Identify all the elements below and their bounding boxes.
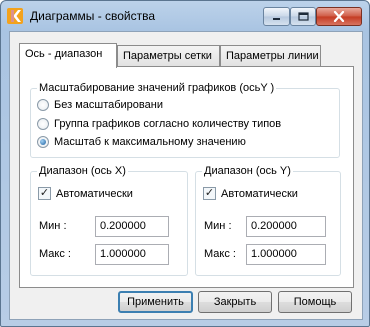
apply-button[interactable]: Применить xyxy=(118,291,193,313)
radio-scale-to-max[interactable]: Масштаб к максимальному значению xyxy=(37,134,246,150)
app-k-icon xyxy=(7,8,23,24)
min-y-input[interactable]: 0.200000 xyxy=(246,216,326,237)
window-title: Диаграммы - свойства xyxy=(30,9,156,23)
tab-grid-settings[interactable]: Параметры сетки xyxy=(117,45,220,66)
radio-label: Масштаб к максимальному значению xyxy=(54,136,246,148)
tab-page-axis-range: Масштабирование значений графиков (осьY … xyxy=(19,66,354,288)
radio-group-by-type[interactable]: Группа графиков согласно количеству типо… xyxy=(37,116,281,132)
radio-no-scaling[interactable]: Без масштабировани xyxy=(37,97,163,113)
radio-indicator[interactable] xyxy=(37,118,49,130)
max-x-input[interactable]: 1.000000 xyxy=(95,244,169,265)
range-y-title: Диапазон (ось Y) xyxy=(202,165,293,177)
help-button[interactable]: Помощь xyxy=(278,291,352,313)
max-y-input[interactable]: 1.000000 xyxy=(246,244,326,265)
dialog-client-area: Ось - диапазон Параметры сетки Параметры… xyxy=(9,31,363,320)
auto-y-checkbox[interactable]: ✓ Автоматически xyxy=(203,187,298,200)
maximize-icon xyxy=(297,12,309,21)
title-bar[interactable]: Диаграммы - свойства xyxy=(1,1,369,31)
checkmark-icon[interactable]: ✓ xyxy=(38,187,51,200)
min-y-label: Мин : xyxy=(204,220,232,232)
auto-x-label: Автоматически xyxy=(56,187,133,200)
scaling-groupbox: Масштабирование значений графиков (осьY … xyxy=(30,82,340,158)
radio-indicator-selected[interactable] xyxy=(37,136,49,148)
min-x-input[interactable]: 0.200000 xyxy=(95,216,169,237)
properties-dialog: Диаграммы - свойства Ось - диапазон Пара… xyxy=(0,0,370,327)
tab-axis-range[interactable]: Ось - диапазон xyxy=(19,43,117,68)
minimize-icon xyxy=(272,17,280,20)
tab-line-settings[interactable]: Параметры линии xyxy=(220,45,321,66)
scaling-group-title: Масштабирование значений графиков (осьY … xyxy=(37,82,277,94)
max-y-label: Макс : xyxy=(204,248,236,260)
checkmark-icon[interactable]: ✓ xyxy=(203,187,216,200)
close-button[interactable]: Закрыть xyxy=(198,291,272,313)
maximize-button[interactable] xyxy=(290,7,316,26)
max-x-label: Макс : xyxy=(39,248,71,260)
range-x-title: Диапазон (ось X) xyxy=(37,165,128,177)
auto-y-label: Автоматически xyxy=(221,187,298,200)
close-icon xyxy=(333,11,345,22)
close-window-button[interactable] xyxy=(316,7,362,26)
range-x-groupbox: Диапазон (ось X) ✓ Автоматически Мин : 0… xyxy=(30,165,188,276)
auto-x-checkbox[interactable]: ✓ Автоматически xyxy=(38,187,133,200)
radio-label: Без масштабировани xyxy=(54,99,163,111)
radio-label: Группа графиков согласно количеству типо… xyxy=(54,118,282,130)
minimize-button[interactable] xyxy=(263,7,290,26)
radio-indicator[interactable] xyxy=(37,99,49,111)
min-x-label: Мин : xyxy=(39,220,67,232)
range-y-groupbox: Диапазон (ось Y) ✓ Автоматически Мин : 0… xyxy=(195,165,341,276)
